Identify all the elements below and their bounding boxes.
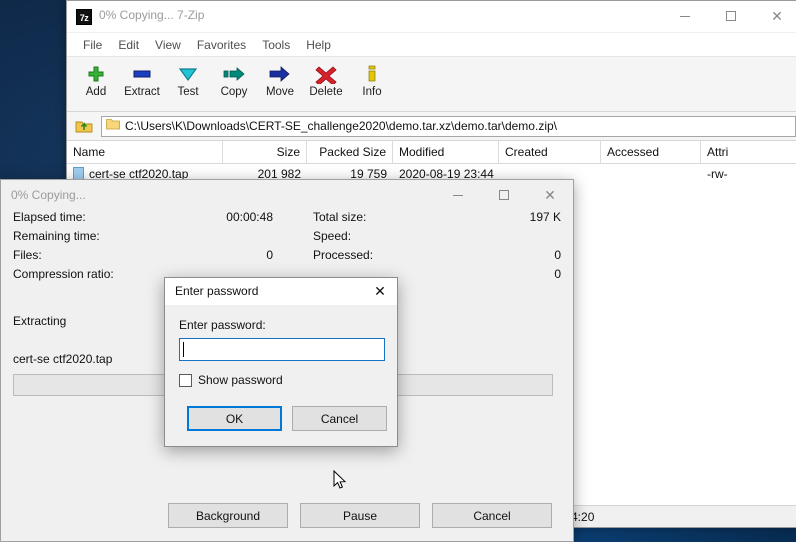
menu-bar: File Edit View Favorites Tools Help — [67, 33, 796, 57]
toolbar-info-label: Info — [362, 86, 382, 98]
toolbar-extract-button[interactable]: Extract — [119, 60, 165, 98]
progress-dialog-title: 0% Copying... — [11, 188, 86, 202]
show-password-label: Show password — [198, 373, 283, 387]
column-header-name[interactable]: Name — [67, 141, 223, 163]
copy-arrow-icon — [222, 63, 246, 85]
minus-bar-icon — [131, 63, 153, 85]
cancel-button[interactable]: Cancel — [432, 503, 552, 528]
main-maximize-button[interactable] — [708, 1, 754, 31]
toolbar-copy-label: Copy — [220, 86, 248, 98]
toolbar-test-label: Test — [177, 86, 199, 98]
toolbar-add-label: Add — [85, 86, 107, 98]
stat-row: Files: 0 Processed: 0 — [13, 248, 561, 267]
column-header-created[interactable]: Created — [499, 141, 601, 163]
toolbar-add-button[interactable]: Add — [73, 60, 119, 98]
maximize-icon — [726, 11, 736, 21]
toolbar-move-label: Move — [265, 86, 295, 98]
show-password-checkbox[interactable] — [179, 373, 192, 387]
menu-item-tools[interactable]: Tools — [254, 36, 298, 54]
menu-item-file[interactable]: File — [75, 36, 110, 54]
compression-ratio-label: Compression ratio: — [13, 267, 114, 281]
stat-row: Remaining time: Speed: — [13, 229, 561, 248]
toolbar: Add Extract Test Copy Move Delete Info — [67, 57, 796, 112]
processed-label: Processed: — [313, 248, 374, 262]
folder-icon — [106, 117, 120, 135]
address-input[interactable]: C:\Users\K\Downloads\CERT-SE_challenge20… — [101, 115, 796, 137]
toolbar-info-button[interactable]: Info — [349, 60, 395, 98]
background-button[interactable]: Background — [168, 503, 288, 528]
maximize-icon — [499, 190, 509, 200]
toolbar-test-button[interactable]: Test — [165, 60, 211, 98]
main-close-button[interactable]: ✕ — [754, 1, 796, 31]
stat-row: Elapsed time: 00:00:48 Total size: 197 K — [13, 210, 561, 229]
minimize-icon — [680, 15, 690, 17]
password-input[interactable] — [179, 338, 385, 361]
password-dialog-titlebar[interactable]: Enter password ✕ — [165, 278, 397, 305]
menu-item-help[interactable]: Help — [298, 36, 339, 54]
address-path-text: C:\Users\K\Downloads\CERT-SE_challenge20… — [125, 119, 557, 133]
progress-dialog-body: Elapsed time: 00:00:48 Total size: 197 K… — [1, 210, 573, 286]
processed-value: 0 — [554, 248, 561, 262]
info-icon — [361, 63, 383, 85]
toolbar-extract-label: Extract — [124, 86, 160, 98]
sevenzip-app-icon: 7z — [76, 9, 92, 25]
toolbar-move-button[interactable]: Move — [257, 60, 303, 98]
progress-close-button[interactable]: ✕ — [527, 180, 573, 210]
elapsed-time-label: Elapsed time: — [13, 210, 86, 224]
text-caret — [183, 342, 184, 357]
pause-button[interactable]: Pause — [300, 503, 420, 528]
password-dialog-title: Enter password — [175, 284, 259, 298]
progress-dialog-titlebar[interactable]: 0% Copying... ✕ — [1, 180, 573, 210]
mouse-cursor — [333, 469, 347, 490]
password-field-label: Enter password: — [179, 318, 266, 332]
menu-item-favorites[interactable]: Favorites — [189, 36, 254, 54]
main-window-titlebar[interactable]: 7z 0% Copying... 7-Zip ✕ — [67, 1, 796, 33]
ok-button[interactable]: OK — [187, 406, 282, 431]
progress-maximize-button[interactable] — [481, 180, 527, 210]
column-header-attributes[interactable]: Attri — [701, 141, 796, 163]
toolbar-copy-button[interactable]: Copy — [211, 60, 257, 98]
progress-minimize-button[interactable] — [435, 180, 481, 210]
file-attributes-cell: -rw- — [707, 167, 728, 181]
cancel-button[interactable]: Cancel — [292, 406, 387, 431]
password-close-button[interactable]: ✕ — [363, 278, 397, 305]
files-value: 0 — [266, 248, 273, 262]
close-icon: ✕ — [771, 8, 783, 24]
address-bar: C:\Users\K\Downloads\CERT-SE_challenge20… — [67, 112, 796, 141]
progress-current-file: cert-se ctf2020.tap — [13, 352, 113, 366]
show-password-row[interactable]: Show password — [179, 373, 283, 387]
toolbar-delete-button[interactable]: Delete — [303, 60, 349, 98]
total-size-label: Total size: — [313, 210, 367, 224]
chevron-down-icon — [177, 63, 199, 85]
column-header-accessed[interactable]: Accessed — [601, 141, 701, 163]
column-header-packed-size[interactable]: Packed Size — [307, 141, 393, 163]
menu-item-view[interactable]: View — [147, 36, 189, 54]
files-label: Files: — [13, 248, 42, 262]
move-arrow-icon — [268, 63, 292, 85]
column-header-size[interactable]: Size — [223, 141, 307, 163]
minimize-icon — [453, 194, 463, 196]
speed-label: Speed: — [313, 229, 352, 243]
toolbar-delete-label: Delete — [309, 86, 343, 98]
main-minimize-button[interactable] — [662, 1, 708, 31]
remaining-time-label: Remaining time: — [13, 229, 100, 243]
file-list-header: Name Size Packed Size Modified Created A… — [67, 141, 796, 164]
close-icon: ✕ — [544, 187, 556, 203]
column-header-modified[interactable]: Modified — [393, 141, 499, 163]
compressed-size-value: 0 — [554, 267, 561, 281]
close-icon: ✕ — [374, 283, 386, 299]
enter-password-dialog: Enter password ✕ Enter password: Show pa… — [164, 277, 398, 447]
up-folder-icon[interactable] — [71, 115, 97, 137]
progress-operation-label: Extracting — [13, 314, 67, 328]
x-cross-icon — [315, 63, 337, 85]
elapsed-time-value: 00:00:48 — [226, 210, 273, 224]
total-size-value: 197 K — [529, 210, 561, 224]
main-window-title: 0% Copying... 7-Zip — [99, 8, 205, 22]
plus-icon — [86, 63, 106, 85]
menu-item-edit[interactable]: Edit — [110, 36, 147, 54]
